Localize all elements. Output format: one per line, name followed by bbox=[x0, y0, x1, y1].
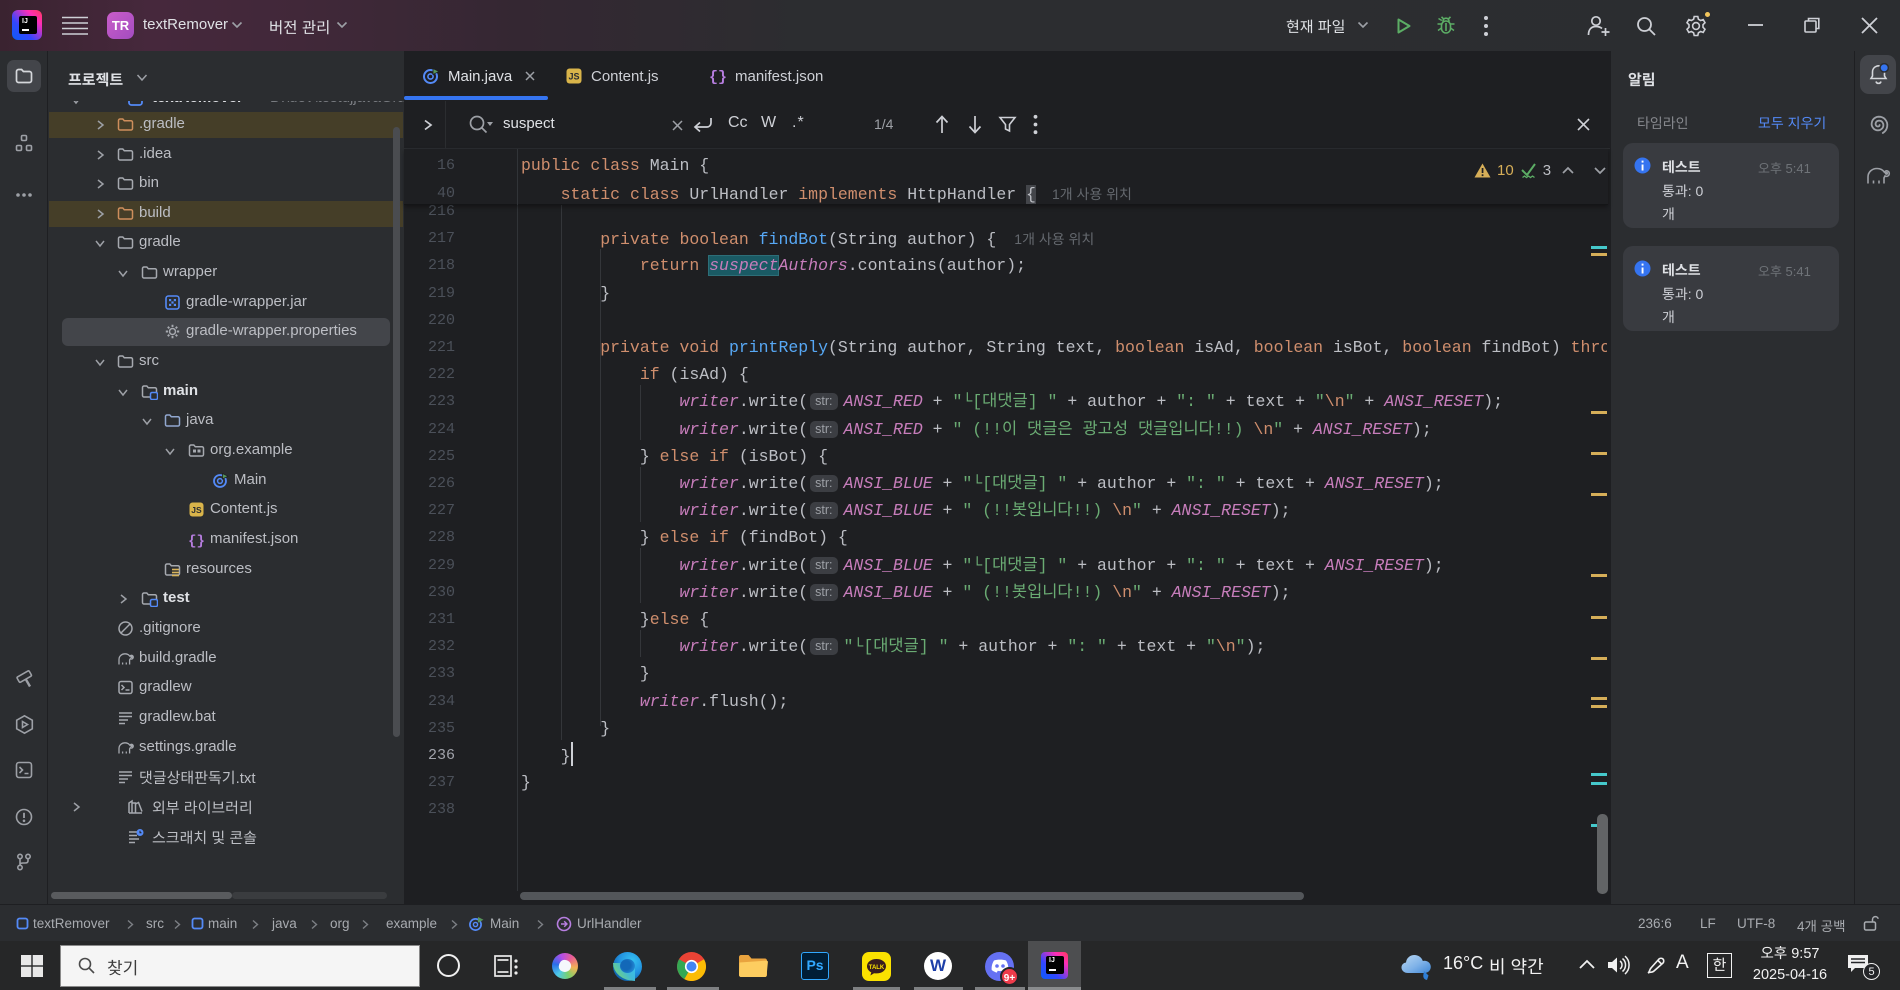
svg-text:JS: JS bbox=[568, 72, 579, 82]
svg-text:{}: {} bbox=[188, 534, 205, 549]
svg-text:{}: {} bbox=[709, 69, 727, 85]
svg-text:TALK: TALK bbox=[869, 965, 885, 971]
svg-text:JS: JS bbox=[191, 505, 202, 515]
